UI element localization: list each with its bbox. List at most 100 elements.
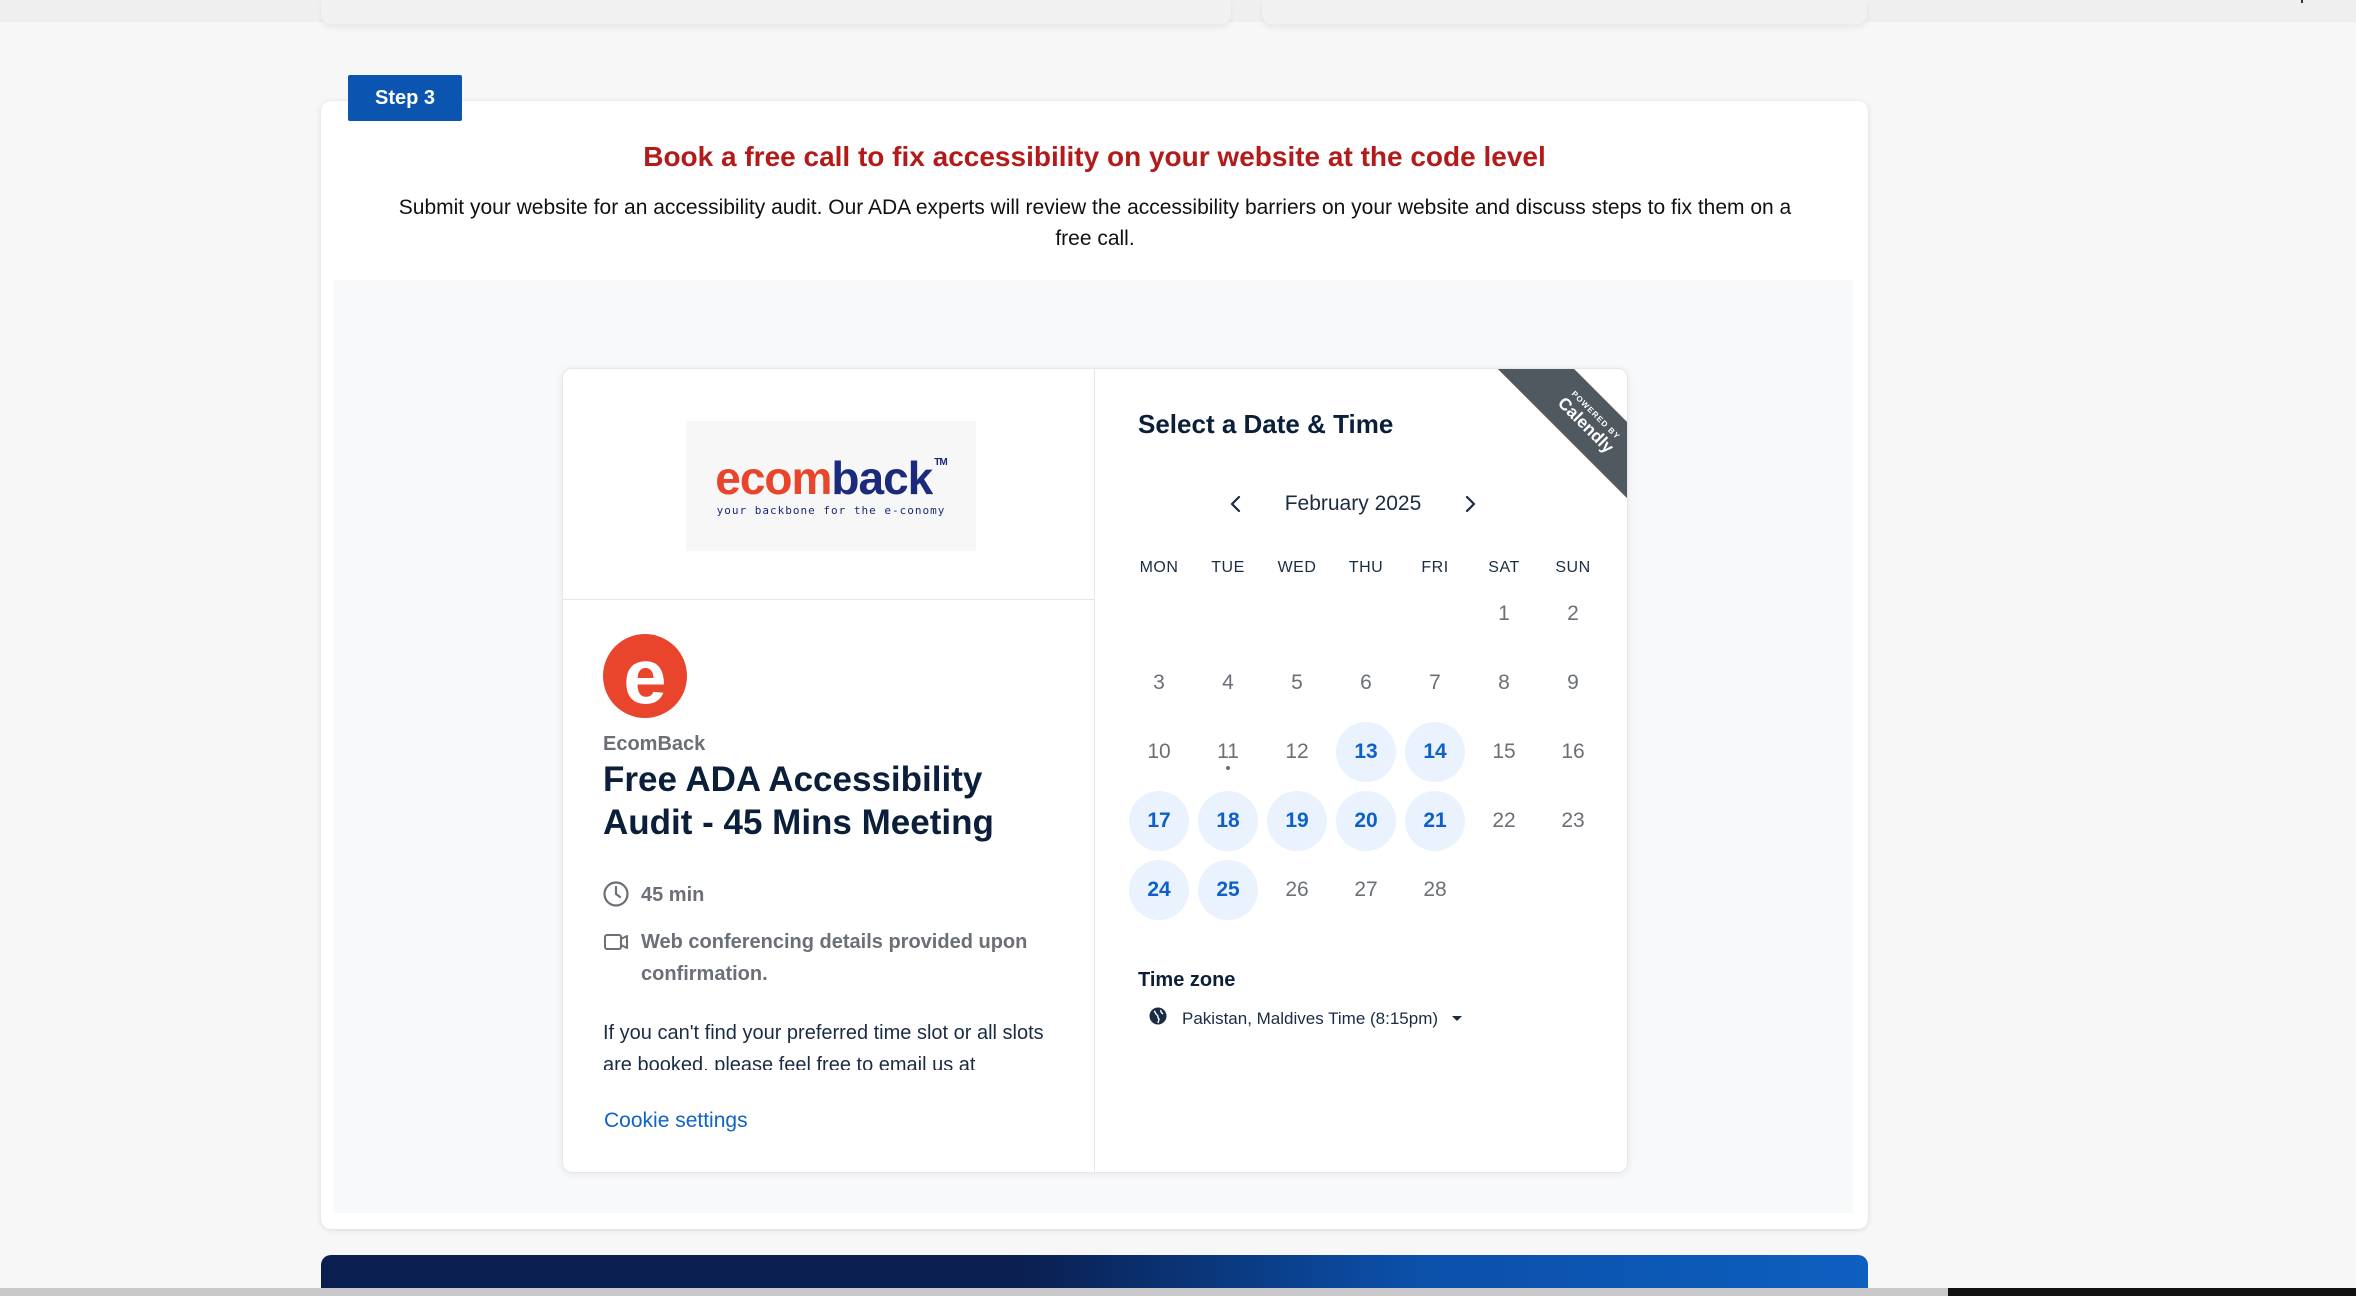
month-navigation: February 2025 xyxy=(1218,484,1488,524)
timezone-label: Time zone xyxy=(1138,969,1236,991)
calendar-day-label: 24 xyxy=(1147,878,1171,901)
calendar-day-5: 5 xyxy=(1267,653,1327,713)
timezone-select[interactable]: Pakistan, Maldives Time (8:15pm) xyxy=(1148,1006,1463,1031)
calendar-day-9: 9 xyxy=(1543,653,1603,713)
calendar-day-23: 23 xyxy=(1543,791,1603,851)
weekday-tue: TUE xyxy=(1211,559,1245,576)
calendar-day-label: 16 xyxy=(1561,740,1585,763)
ribbon-band: POWERED BY Calendly xyxy=(1495,369,1627,513)
calendar-day-17[interactable]: 17 xyxy=(1129,791,1189,851)
calendar-day-label: 7 xyxy=(1429,671,1441,694)
previous-step-card-secondary xyxy=(1262,0,1867,24)
calendar-day-label: 3 xyxy=(1153,671,1165,694)
event-owner: EcomBack xyxy=(603,733,706,755)
calendar-day-label: 6 xyxy=(1360,671,1372,694)
conferencing-details: Web conferencing details provided upon c… xyxy=(641,931,1028,985)
calendar-day-label: 22 xyxy=(1492,809,1516,832)
logo-tagline: your backbone for the e-conomy xyxy=(716,503,946,517)
calendar-day-21[interactable]: 21 xyxy=(1405,791,1465,851)
calendar-day-2: 2 xyxy=(1543,584,1603,644)
calendar-day-label: 14 xyxy=(1423,740,1447,763)
logo-trademark: TM xyxy=(934,456,947,468)
calendar-day-13[interactable]: 13 xyxy=(1336,722,1396,782)
calendar-day-label: 26 xyxy=(1285,878,1309,901)
calendar-day-27: 27 xyxy=(1336,860,1396,920)
calendar-day-26: 26 xyxy=(1267,860,1327,920)
calendar-day-label: 13 xyxy=(1354,740,1378,763)
event-duration: 45 min xyxy=(641,884,705,906)
calendar-day-4: 4 xyxy=(1198,653,1258,713)
caret-down-icon xyxy=(1452,1010,1463,1028)
calendar-day-label: 27 xyxy=(1354,878,1378,901)
weekday-sat: SAT xyxy=(1488,559,1520,576)
calendar-day-label: 15 xyxy=(1492,740,1516,763)
horizontal-scrollbar[interactable] xyxy=(0,1288,1948,1296)
current-month: February 2025 xyxy=(1284,492,1422,515)
logo-part-back: back xyxy=(831,451,933,504)
calendar-day-11: 11 xyxy=(1198,722,1258,782)
panel-divider xyxy=(1094,369,1095,1172)
select-date-title: Select a Date & Time xyxy=(1138,409,1394,439)
today-indicator xyxy=(1226,766,1230,770)
event-title: Free ADA Accessibility Audit - 45 Mins M… xyxy=(603,760,994,842)
calendar-day-label: 12 xyxy=(1285,740,1309,763)
calendar-day-label: 17 xyxy=(1147,809,1171,832)
weekday-thu: THU xyxy=(1348,559,1384,576)
taskbar-edge xyxy=(1948,1288,2356,1296)
calendar-day-14[interactable]: 14 xyxy=(1405,722,1465,782)
calendar-day-12: 12 xyxy=(1267,722,1327,782)
calendar-day-label: 28 xyxy=(1423,878,1447,901)
logo-part-ecom: ecom xyxy=(715,451,832,504)
calendar-day-25[interactable]: 25 xyxy=(1198,860,1258,920)
calendar-day-label: 21 xyxy=(1423,809,1447,832)
calendar-day-label: 23 xyxy=(1561,809,1585,832)
powered-by-calendly-ribbon[interactable]: POWERED BY Calendly xyxy=(1494,369,1627,513)
calendar-day-label: 9 xyxy=(1567,671,1579,694)
weekday-mon: MON xyxy=(1139,559,1179,576)
calendar-day-label: 10 xyxy=(1147,740,1171,763)
calendar-day-3: 3 xyxy=(1129,653,1189,713)
page: Step 3 Book a free call to fix accessibi… xyxy=(0,0,2356,1296)
calendar-day-19[interactable]: 19 xyxy=(1267,791,1327,851)
weekday-fri: FRI xyxy=(1421,559,1449,576)
timezone-value: Pakistan, Maldives Time (8:15pm) xyxy=(1182,1008,1439,1028)
step-badge: Step 3 xyxy=(348,75,462,121)
calendar-day-22: 22 xyxy=(1474,791,1534,851)
calendar-day-8: 8 xyxy=(1474,653,1534,713)
calendar-day-label: 11 xyxy=(1217,740,1239,763)
calendar-day-24[interactable]: 24 xyxy=(1129,860,1189,920)
calendar-day-15: 15 xyxy=(1474,722,1534,782)
calendar-day-16: 16 xyxy=(1543,722,1603,782)
calendar-day-label: 19 xyxy=(1285,809,1309,832)
calendar-day-label: 1 xyxy=(1498,602,1510,625)
owner-avatar: e xyxy=(603,634,687,718)
calendly-widget: ecom back TM your backbone for the e-conom… xyxy=(562,368,1628,1173)
cookie-settings-link[interactable]: Cookie settings xyxy=(604,1109,748,1133)
calendar-day-label: 2 xyxy=(1567,602,1579,625)
previous-step-card xyxy=(321,0,1231,24)
video-icon xyxy=(601,926,631,956)
calendar-day-1: 1 xyxy=(1474,584,1534,644)
calendar-day-label: 18 xyxy=(1216,809,1240,832)
calendar-day-label: 8 xyxy=(1498,671,1510,694)
weekday-wed: WED xyxy=(1277,559,1317,576)
duration-row: 45 min xyxy=(601,879,704,911)
calendar-day-label: 4 xyxy=(1222,671,1234,694)
calendar-day-18[interactable]: 18 xyxy=(1198,791,1258,851)
logo-divider xyxy=(563,599,1094,600)
calendar-day-7: 7 xyxy=(1405,653,1465,713)
calendar-day-label: 25 xyxy=(1216,878,1240,901)
clock-icon xyxy=(601,879,631,909)
calendar-day-label: 5 xyxy=(1291,671,1303,694)
weekday-sun: SUN xyxy=(1555,559,1591,576)
conferencing-row: Web conferencing details provided upon c… xyxy=(601,926,1071,990)
logo-wordmark: ecom back TM xyxy=(715,451,948,504)
calendar-day-6: 6 xyxy=(1336,653,1396,713)
top-edge-mark xyxy=(2301,0,2303,3)
globe-icon xyxy=(1148,1006,1168,1031)
calendar-day-28: 28 xyxy=(1405,860,1465,920)
calendar-day-20[interactable]: 20 xyxy=(1336,791,1396,851)
company-logo: ecom back TM your backbone for the e-conom… xyxy=(686,421,976,551)
chevron-left-icon[interactable] xyxy=(1218,486,1254,522)
chevron-right-icon[interactable] xyxy=(1452,486,1488,522)
